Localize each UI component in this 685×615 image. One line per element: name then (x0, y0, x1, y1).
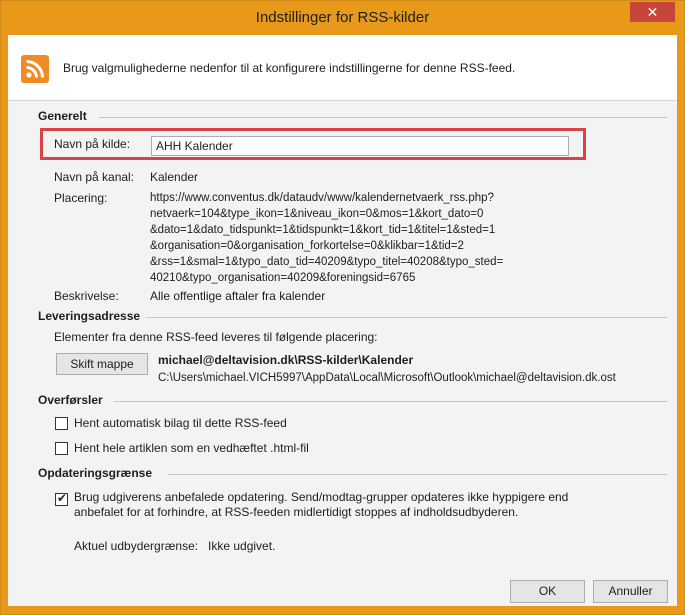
check-icon: ✔ (57, 491, 68, 505)
window-title: Indstillinger for RSS-kilder (255, 9, 430, 26)
use-publisher-checkbox[interactable]: ✔ (55, 491, 68, 506)
general-section-title: Generelt (38, 109, 87, 123)
close-icon: ✕ (646, 4, 659, 20)
dialog-header: Brug valgmulighederne nedenfor til at ko… (8, 35, 677, 101)
general-divider (99, 117, 667, 118)
full-article-checkbox[interactable] (55, 442, 68, 455)
delivery-folder-path: C:\Users\michael.VICH5997\AppData\Local\… (158, 372, 616, 384)
delivery-section-title: Leveringsadresse (38, 309, 141, 323)
current-limit-value: Ikke udgivet. (208, 539, 276, 553)
delivery-folder-name: michael@deltavision.dk\RSS-kilder\Kalend… (158, 353, 414, 367)
source-name-label: Navn på kilde: (54, 137, 131, 151)
delivery-divider (146, 317, 667, 318)
downloads-section-title: Overførsler (38, 393, 103, 407)
use-publisher-label-line1: Brug udgiverens anbefalede opdatering. S… (74, 490, 569, 504)
auto-attachment-label[interactable]: Hent automatisk bilag til dette RSS-feed (74, 416, 287, 430)
current-limit-label: Aktuel udbydergrænse: (74, 539, 199, 553)
rss-feed-icon (21, 55, 49, 83)
delivery-intro: Elementer fra denne RSS-feed leveres til… (54, 330, 378, 344)
dialog-body: Brug valgmulighederne nedenfor til at ko… (8, 35, 677, 606)
ok-button[interactable]: OK (510, 580, 585, 603)
auto-attachment-checkbox[interactable] (55, 417, 68, 430)
location-value: https://www.conventus.dk/dataudv/www/kal… (150, 192, 504, 284)
close-button[interactable]: ✕ (630, 2, 675, 22)
use-publisher-label[interactable]: Brug udgiverens anbefalede opdatering. S… (74, 490, 568, 520)
source-name-input[interactable]: AHH Kalender (151, 136, 569, 156)
description-value: Alle offentlige aftaler fra kalender (150, 289, 326, 303)
cancel-button[interactable]: Annuller (593, 580, 668, 603)
header-instructions: Brug valgmulighederne nedenfor til at ko… (63, 61, 516, 75)
channel-name-label: Navn på kanal: (54, 170, 135, 184)
use-publisher-label-line2: anbefalet for at forhindre, at RSS-feede… (74, 505, 519, 519)
description-label: Beskrivelse: (54, 289, 119, 303)
location-label: Placering: (54, 191, 108, 205)
change-folder-button[interactable]: Skift mappe (56, 353, 148, 375)
update-limit-divider (168, 474, 667, 475)
channel-name-value: Kalender (150, 170, 199, 184)
title-bar[interactable]: Indstillinger for RSS-kilder ✕ (1, 1, 684, 35)
full-article-label[interactable]: Hent hele artiklen som en vedhæftet .htm… (74, 441, 309, 455)
downloads-divider (114, 401, 667, 402)
dialog-window: Indstillinger for RSS-kilder ✕ Brug valg… (0, 0, 685, 615)
update-limit-section-title: Opdateringsgrænse (38, 466, 153, 480)
